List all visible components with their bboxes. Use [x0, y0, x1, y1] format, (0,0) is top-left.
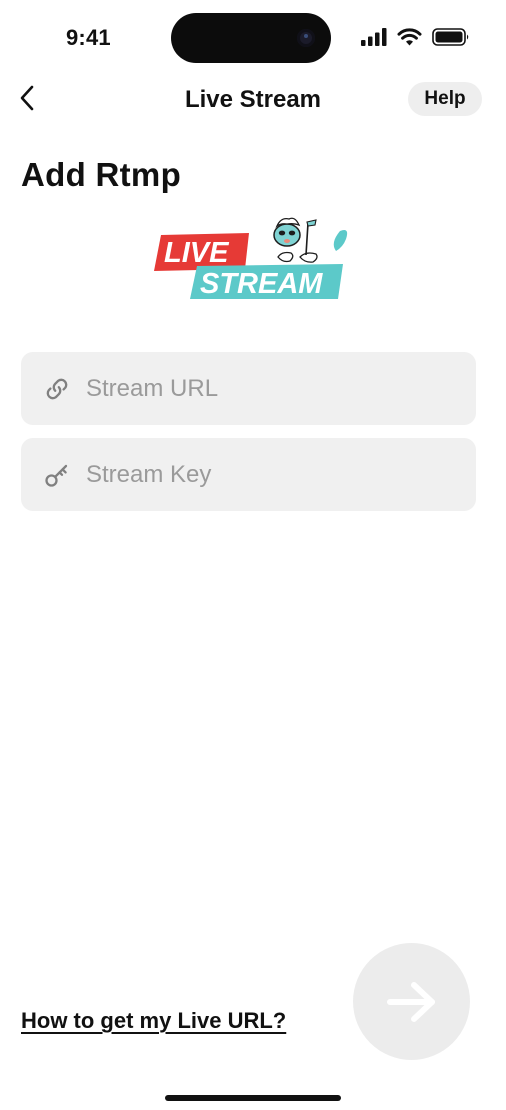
signal-bars-icon [361, 28, 387, 46]
status-bar: 9:41 [0, 0, 506, 63]
mascot-illustration [273, 217, 348, 263]
battery-icon [432, 28, 469, 46]
stream-key-input[interactable] [86, 460, 446, 489]
key-icon [43, 461, 71, 489]
link-icon [43, 375, 71, 403]
live-stream-logo: LIVE STREAM [154, 217, 348, 300]
dynamic-island [171, 13, 331, 63]
next-button[interactable] [353, 943, 470, 1060]
home-indicator [165, 1095, 341, 1101]
status-icons [361, 26, 470, 48]
how-to-get-url-link[interactable]: How to get my Live URL? [21, 1008, 286, 1034]
status-time: 9:41 [66, 25, 111, 50]
logo-live-text: LIVE [164, 237, 230, 269]
logo-stream-text: STREAM [200, 268, 323, 300]
page-title: Add Rtmp [21, 156, 182, 193]
help-button[interactable]: Help [408, 82, 482, 116]
arrow-right-icon [386, 981, 435, 1022]
stream-key-field[interactable] [21, 438, 476, 511]
wifi-icon [397, 28, 422, 46]
stream-url-input[interactable] [86, 374, 446, 403]
camera-icon [297, 29, 315, 47]
nav-bar: Live Stream Help [0, 70, 506, 130]
stream-url-field[interactable] [21, 352, 476, 425]
